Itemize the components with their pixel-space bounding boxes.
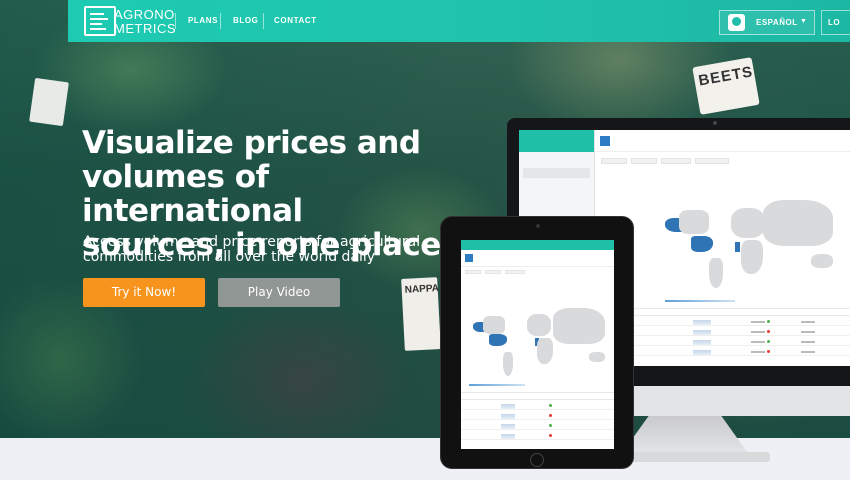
table-row — [461, 432, 614, 440]
app-badge-icon — [600, 136, 610, 146]
table-row — [461, 422, 614, 430]
subline-line-2: commodities from all over the world dail… — [83, 249, 376, 265]
app-badge-icon — [465, 254, 473, 262]
table-row — [461, 412, 614, 420]
table-row — [601, 348, 850, 356]
beets-sign: BEETS — [692, 57, 760, 115]
play-video-button[interactable]: Play Video — [218, 278, 340, 307]
table-row — [601, 328, 850, 336]
app-sidebar-item — [523, 194, 590, 204]
hero-subheadline: Access volume and price reports for agri… — [83, 235, 423, 265]
brand-line-2: METRICS — [114, 21, 176, 36]
nav-divider — [263, 13, 264, 29]
table-row — [461, 402, 614, 410]
login-button[interactable]: LO — [821, 10, 850, 35]
table-row — [601, 338, 850, 346]
brand-name[interactable]: AGRONO METRICS — [114, 8, 176, 36]
try-it-now-button[interactable]: Try it Now! — [83, 278, 205, 307]
logo-icon[interactable] — [84, 6, 116, 36]
speech-bubble-icon — [728, 14, 745, 31]
home-button — [530, 453, 544, 467]
produce-price-tag — [29, 77, 69, 127]
map-legend — [469, 384, 525, 386]
brand-line-1: AGRONO — [114, 7, 175, 22]
nav-divider — [175, 13, 176, 29]
language-selector[interactable]: ESPAÑOL ▼ — [719, 10, 815, 35]
app-filters — [601, 158, 850, 166]
language-label: ESPAÑOL — [756, 18, 798, 27]
caret-down-icon: ▼ — [800, 18, 807, 25]
app-header — [595, 130, 850, 152]
tablet-app-screenshot — [461, 240, 614, 449]
app-sidebar-item — [523, 181, 590, 191]
tablet-mockup — [440, 216, 634, 469]
table-row — [601, 318, 850, 326]
data-table-header — [601, 308, 850, 316]
tablet-app-header — [461, 240, 614, 250]
camera-dot — [536, 224, 540, 228]
nav-link-contact[interactable]: CONTACT — [274, 16, 317, 25]
camera-dot — [713, 121, 717, 125]
app-sidebar-item — [523, 168, 590, 178]
headline-line-1: Visualize prices and — [82, 125, 421, 161]
nav-divider — [220, 13, 221, 29]
app-logo — [519, 130, 594, 152]
data-table-header — [461, 392, 614, 400]
map-legend — [665, 300, 735, 302]
nav-link-blog[interactable]: BLOG — [233, 16, 259, 25]
headline-line-2: volumes of international — [82, 159, 303, 229]
app-sidebar-item — [523, 155, 590, 165]
subline-line-1: Access volume and price reports for agri… — [83, 234, 421, 250]
nappa-sign: NAPPA — [401, 277, 441, 351]
nav-link-plans[interactable]: PLANS — [188, 16, 218, 25]
top-navigation: AGRONO METRICS PLANS BLOG CONTACT ESPAÑO… — [68, 0, 850, 42]
